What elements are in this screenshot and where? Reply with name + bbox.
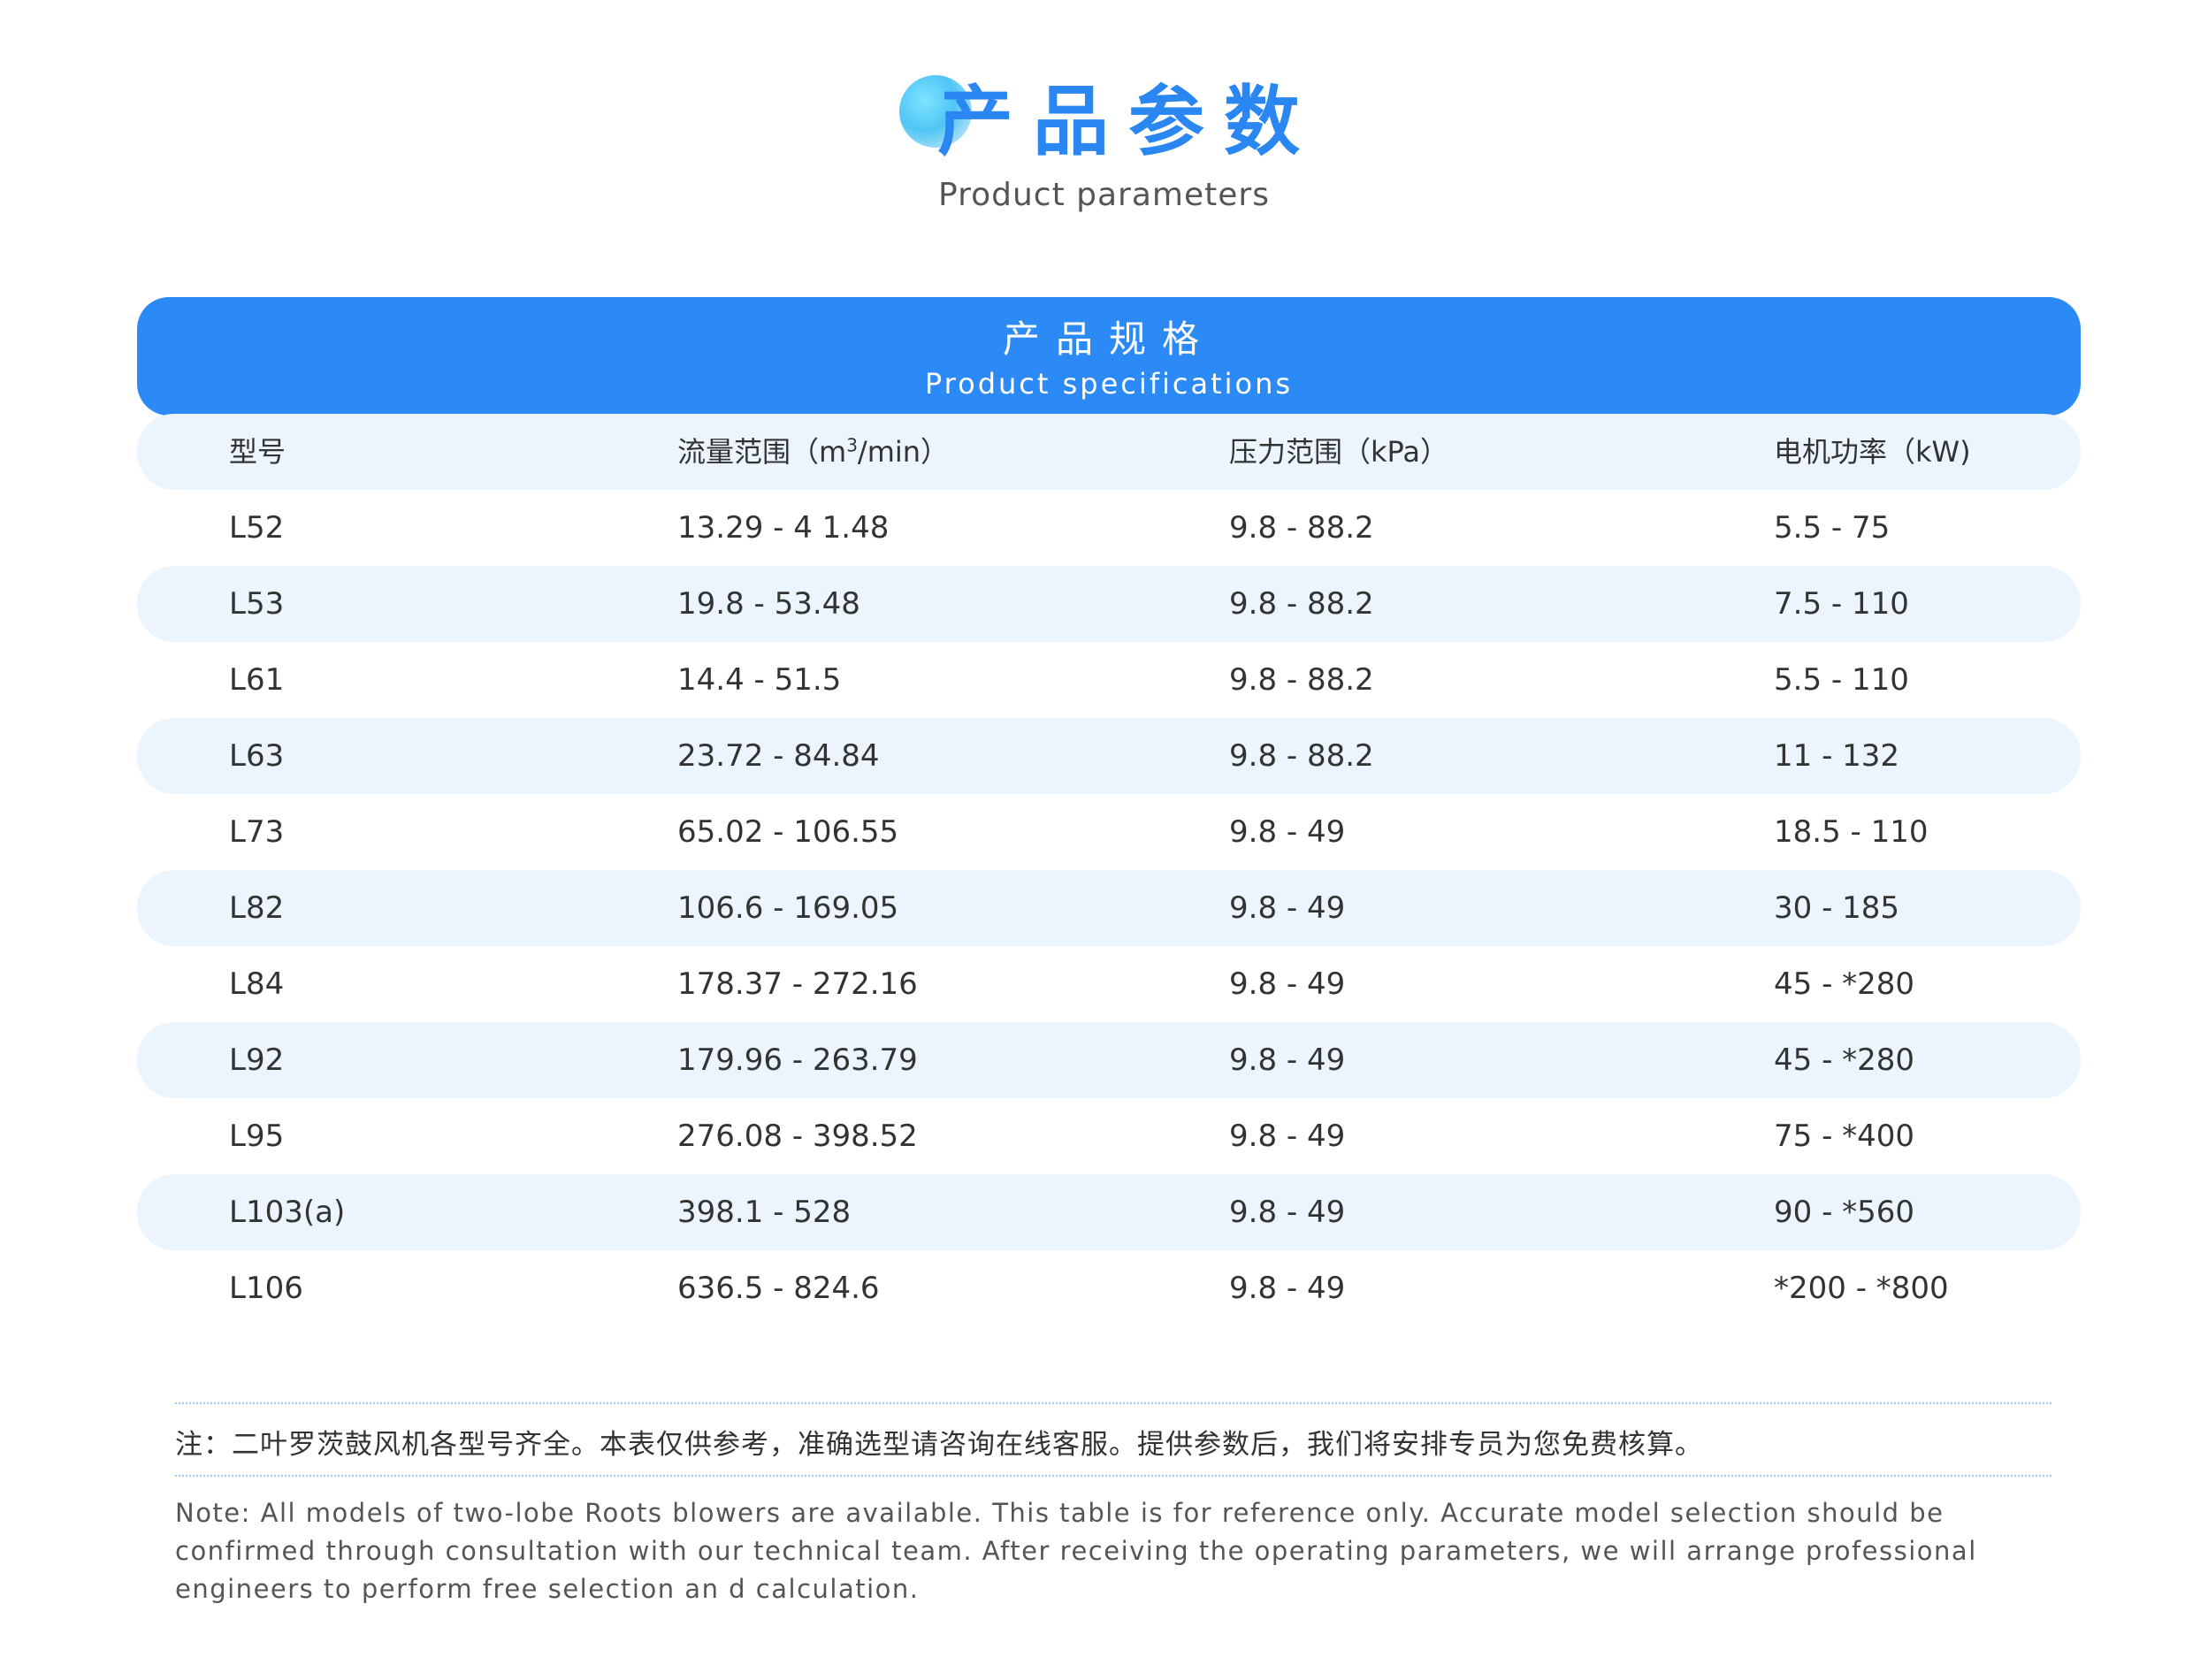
cell-model: L95	[229, 1119, 285, 1154]
table-row: L63 23.72 - 84.84 9.8 - 88.2 11 - 132	[137, 718, 2081, 794]
cell-power: 11 - 132	[1774, 738, 1900, 774]
table-subtitle: Product specifications	[924, 367, 1294, 401]
cell-model: L92	[229, 1042, 285, 1078]
table-title: 产品规格	[1002, 317, 1215, 361]
cell-power: 45 - *280	[1774, 966, 1915, 1002]
cell-pressure: 9.8 - 49	[1229, 1271, 1346, 1306]
cell-pressure: 9.8 - 49	[1229, 966, 1346, 1002]
cell-pressure: 9.8 - 88.2	[1229, 662, 1374, 698]
table-row: L52 13.29 - 4 1.48 9.8 - 88.2 5.5 - 75	[137, 490, 2081, 566]
cell-pressure: 9.8 - 88.2	[1229, 510, 1374, 546]
cell-power: 18.5 - 110	[1774, 814, 1929, 850]
divider-top	[175, 1402, 2051, 1404]
cell-flow: 13.29 - 4 1.48	[677, 510, 890, 546]
page-title: 产品参数	[937, 78, 1319, 166]
table-row: L92 179.96 - 263.79 9.8 - 49 45 - *280	[137, 1022, 2081, 1098]
cell-power: 7.5 - 110	[1774, 586, 1909, 622]
cell-flow: 65.02 - 106.55	[677, 814, 899, 850]
cell-flow: 19.8 - 53.48	[677, 586, 860, 622]
cell-flow: 636.5 - 824.6	[677, 1271, 880, 1306]
cell-model: L63	[229, 738, 285, 774]
table-header-banner: 产品规格 Product specifications	[137, 297, 2081, 416]
cell-model: L73	[229, 814, 285, 850]
column-header-model: 型号	[229, 435, 287, 469]
note-english: Note: All models of two-lobe Roots blowe…	[175, 1498, 1977, 1604]
cell-power: 90 - *560	[1774, 1195, 1915, 1230]
cell-power: 75 - *400	[1774, 1119, 1915, 1154]
cell-power: 5.5 - 110	[1774, 662, 1909, 698]
cell-flow: 14.4 - 51.5	[677, 662, 842, 698]
table-row: L103(a) 398.1 - 528 9.8 - 49 90 - *560	[137, 1174, 2081, 1250]
cell-model: L84	[229, 966, 285, 1002]
cell-model: L61	[229, 662, 285, 698]
column-header-pressure: 压力范围（kPa）	[1229, 435, 1449, 469]
cell-flow: 179.96 - 263.79	[677, 1042, 918, 1078]
cell-model: L103(a)	[229, 1195, 346, 1230]
table-row: L53 19.8 - 53.48 9.8 - 88.2 7.5 - 110	[137, 566, 2081, 642]
table-row: L84 178.37 - 272.16 9.8 - 49 45 - *280	[137, 946, 2081, 1022]
cell-flow: 178.37 - 272.16	[677, 966, 918, 1002]
cell-flow: 23.72 - 84.84	[677, 738, 880, 774]
cell-pressure: 9.8 - 49	[1229, 890, 1346, 926]
cell-pressure: 9.8 - 88.2	[1229, 586, 1374, 622]
cell-pressure: 9.8 - 49	[1229, 814, 1346, 850]
cell-flow: 106.6 - 169.05	[677, 890, 899, 926]
cell-model: L52	[229, 510, 285, 546]
column-header-flow: 流量范围（m3/min）	[677, 414, 949, 490]
cell-power: 30 - 185	[1774, 890, 1900, 926]
table-row: L106 636.5 - 824.6 9.8 - 49 *200 - *800	[137, 1250, 2081, 1326]
cell-pressure: 9.8 - 49	[1229, 1042, 1346, 1078]
note-chinese: 注：二叶罗茨鼓风机各型号齐全。本表仅供参考，准确选型请咨询在线客服。提供参数后，…	[175, 1429, 1703, 1461]
column-header-power: 电机功率（kW)	[1774, 435, 1971, 469]
table-column-header-row: 型号 流量范围（m3/min） 压力范围（kPa） 电机功率（kW)	[137, 414, 2081, 490]
column-header-flow-sup: 3	[846, 434, 858, 456]
cell-pressure: 9.8 - 88.2	[1229, 738, 1374, 774]
cell-model: L53	[229, 586, 285, 622]
divider-bottom	[175, 1475, 2051, 1477]
cell-pressure: 9.8 - 49	[1229, 1119, 1346, 1154]
table-row: L73 65.02 - 106.55 9.8 - 49 18.5 - 110	[137, 794, 2081, 870]
page-subtitle: Product parameters	[938, 177, 1270, 213]
cell-power: 5.5 - 75	[1774, 510, 1891, 546]
table-row: L95 276.08 - 398.52 9.8 - 49 75 - *400	[137, 1098, 2081, 1174]
column-header-flow-suffix: /min）	[857, 435, 950, 469]
column-header-flow-prefix: 流量范围（m	[677, 435, 847, 469]
table-row: L82 106.6 - 169.05 9.8 - 49 30 - 185	[137, 870, 2081, 946]
cell-flow: 276.08 - 398.52	[677, 1119, 918, 1154]
cell-model: L106	[229, 1271, 303, 1306]
table-row: L61 14.4 - 51.5 9.8 - 88.2 5.5 - 110	[137, 642, 2081, 718]
spec-table: 产品规格 Product specifications 型号 流量范围（m3/m…	[137, 297, 2081, 1326]
cell-power: 45 - *280	[1774, 1042, 1915, 1078]
cell-flow: 398.1 - 528	[677, 1195, 852, 1230]
cell-pressure: 9.8 - 49	[1229, 1195, 1346, 1230]
cell-model: L82	[229, 890, 285, 926]
page-heading: 产品参数 Product parameters	[0, 62, 2208, 239]
cell-power: *200 - *800	[1774, 1271, 1949, 1306]
